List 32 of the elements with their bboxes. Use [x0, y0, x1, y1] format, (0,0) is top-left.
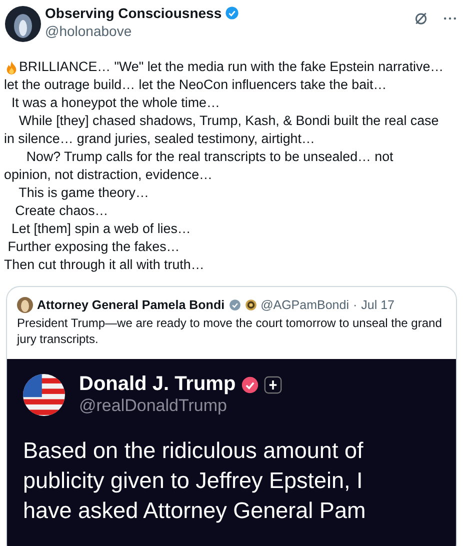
quote-text: President Trump—we are ready to move the court tomorrow to unseal the grand jury transcripts. — [16, 315, 443, 347]
author-handle[interactable]: @holonabove — [45, 22, 413, 40]
tweet-text: Then cut through it all with truth… — [4, 256, 204, 274]
account-handle: @realDonaldTrump — [79, 396, 227, 415]
tweet-text: Further exposing the fakes… — [6, 238, 180, 256]
tweet-text: This is game theory… — [18, 184, 149, 202]
seal-icon — [244, 299, 257, 311]
account-name: Donald J. Trump — [79, 373, 236, 396]
tweet-text: opinion, not distraction, evidence… — [4, 166, 212, 184]
tweet-text: Now? Trump calls for the real transcripts to be unsealed… not — [25, 148, 394, 166]
quoted-post[interactable] — [6, 286, 457, 546]
more-icon[interactable] — [443, 16, 457, 21]
slashed-circle-icon[interactable] — [413, 10, 429, 26]
tweet-text: While [they] chased shadows, Trump, Kash, & Bondi built the real case — [18, 112, 439, 130]
post-text: Based on the ridiculous amount of — [23, 437, 364, 465]
avatar — [23, 374, 65, 416]
plus-icon — [264, 376, 282, 394]
fire-icon — [4, 60, 19, 74]
tweet-text: BRILLIANCE… "We" let the media run with the fake Epstein narrative… — [19, 58, 444, 76]
author-name[interactable]: Observing Consciousness — [45, 4, 222, 22]
avatar[interactable] — [5, 6, 41, 42]
tweet-text: Create chaos… — [14, 202, 108, 220]
tweet-text: It was a honeypot the whole time… — [10, 94, 220, 112]
tweet-text: Let [them] spin a web of lies… — [10, 220, 191, 238]
post-text: publicity given to Jeffrey Epstein, I — [23, 467, 364, 495]
tweet-text: in silence… grand juries, sealed testimony, airtight… — [4, 130, 315, 148]
separator: · — [352, 298, 358, 312]
author-handle[interactable]: @AGPamBondi — [260, 298, 349, 312]
tweet-text: let the outrage build… let the NeoCon influencers take the bait… — [4, 76, 387, 94]
author-name[interactable]: Attorney General Pamela Bondi — [37, 298, 225, 312]
post-text: have asked Attorney General Pam — [23, 497, 367, 525]
post-date[interactable]: Jul 17 — [361, 298, 395, 312]
